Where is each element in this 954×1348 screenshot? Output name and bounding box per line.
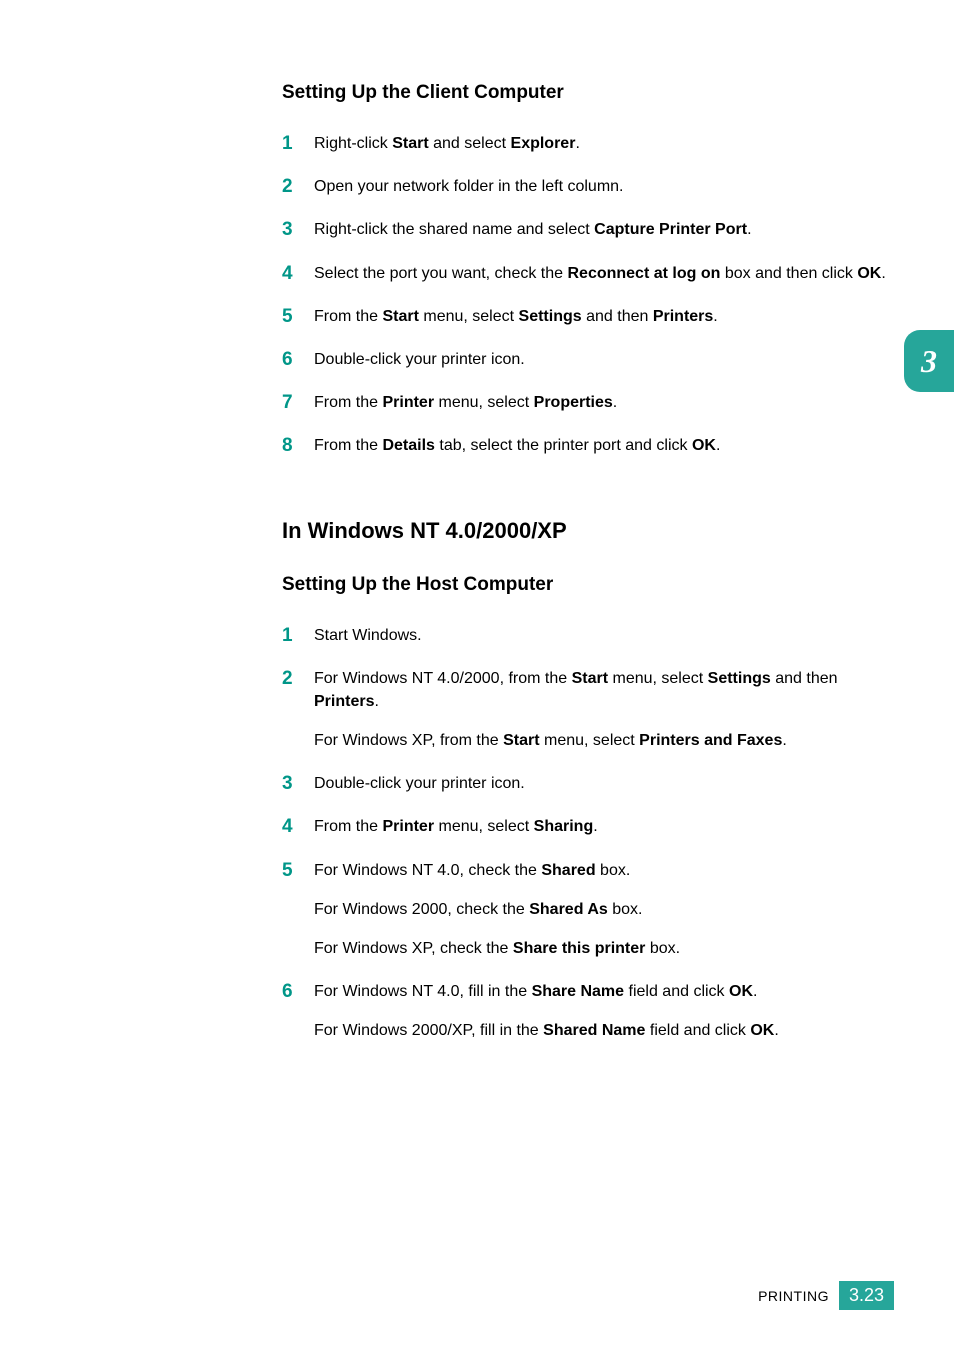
chapter-number: 3 bbox=[921, 343, 937, 380]
step-item: Start Windows. bbox=[282, 624, 894, 647]
step-subtext: For Windows 2000, check the Shared As bo… bbox=[314, 898, 894, 921]
page-footer: PRINTING 3.23 bbox=[758, 1281, 894, 1310]
chapter-tab: 3 bbox=[904, 330, 954, 392]
steps-list-host: Start Windows. For Windows NT 4.0/2000, f… bbox=[282, 624, 894, 1043]
step-item: For Windows NT 4.0, fill in the Share Na… bbox=[282, 980, 894, 1042]
page: 3 Setting Up the Client Computer Right-c… bbox=[0, 0, 954, 1348]
step-item: For Windows NT 4.0, check the Shared box… bbox=[282, 859, 894, 961]
step-subtext: For Windows 2000/XP, fill in the Shared … bbox=[314, 1019, 894, 1042]
step-item: Open your network folder in the left col… bbox=[282, 175, 894, 198]
step-item: Right-click the shared name and select C… bbox=[282, 218, 894, 241]
footer-label: PRINTING bbox=[758, 1288, 829, 1304]
step-subtext: For Windows XP, check the Share this pri… bbox=[314, 937, 894, 960]
step-item: From the Details tab, select the printer… bbox=[282, 434, 894, 457]
step-item: Double-click your printer icon. bbox=[282, 772, 894, 795]
step-item: For Windows NT 4.0/2000, from the Start … bbox=[282, 667, 894, 753]
step-item: Right-click Start and select Explorer. bbox=[282, 132, 894, 155]
step-item: From the Printer menu, select Properties… bbox=[282, 391, 894, 414]
step-item: Double-click your printer icon. bbox=[282, 348, 894, 371]
step-item: From the Start menu, select Settings and… bbox=[282, 305, 894, 328]
footer-page-number: 3.23 bbox=[839, 1281, 894, 1310]
step-item: From the Printer menu, select Sharing. bbox=[282, 815, 894, 838]
steps-list-client: Right-click Start and select Explorer. Op… bbox=[282, 132, 894, 458]
section-heading-host: Setting Up the Host Computer bbox=[282, 574, 894, 596]
step-subtext: For Windows XP, from the Start menu, sel… bbox=[314, 729, 894, 752]
section-title-nt: In Windows NT 4.0/2000/XP bbox=[282, 518, 894, 544]
step-item: Select the port you want, check the Reco… bbox=[282, 262, 894, 285]
section-heading-client: Setting Up the Client Computer bbox=[282, 82, 894, 104]
